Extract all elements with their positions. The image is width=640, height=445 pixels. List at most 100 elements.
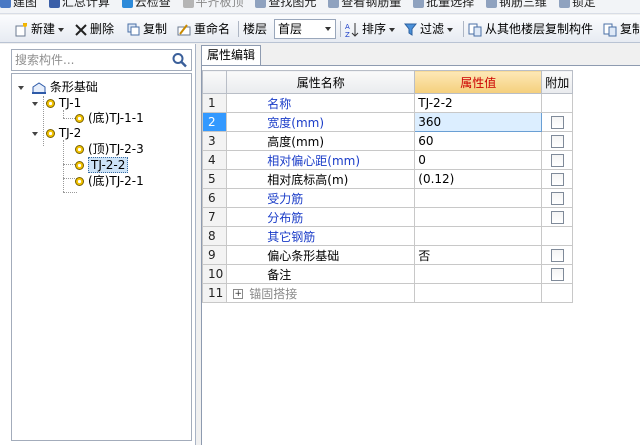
table-row[interactable]: 8 其它钢筋 bbox=[201, 226, 574, 246]
table-row[interactable]: 1 名称 TJ-2-2 bbox=[201, 93, 574, 113]
tree-root[interactable]: 条形基础 bbox=[18, 79, 98, 95]
extra-checkbox[interactable] bbox=[550, 210, 564, 224]
sort-button[interactable]: A Z 排序 bbox=[345, 20, 396, 38]
top-item-view-rebar[interactable]: 查看钢筋量 bbox=[328, 0, 401, 10]
expand-icon[interactable] bbox=[18, 85, 24, 90]
property-value[interactable] bbox=[414, 188, 543, 208]
gear-icon bbox=[45, 99, 55, 108]
row-index: 2 bbox=[201, 112, 228, 132]
extra-cell bbox=[541, 112, 574, 132]
copy-floor-icon bbox=[468, 23, 482, 36]
copy-button[interactable]: 复制 bbox=[127, 20, 167, 38]
property-value[interactable]: 360 bbox=[414, 112, 543, 132]
table-row[interactable]: 9 偏心条形基础 否 bbox=[201, 245, 574, 265]
property-value[interactable] bbox=[414, 283, 543, 303]
search-box bbox=[11, 49, 192, 71]
corner-cell bbox=[201, 70, 228, 94]
extra-checkbox[interactable] bbox=[550, 248, 564, 262]
gear-icon bbox=[75, 114, 84, 123]
table-row[interactable]: 11 + 锚固搭接 bbox=[201, 283, 574, 303]
tree-group-tj1[interactable]: TJ-1 bbox=[32, 95, 81, 111]
property-value[interactable] bbox=[414, 207, 543, 227]
row-index: 1 bbox=[201, 93, 228, 113]
copy-floor-icon bbox=[603, 23, 617, 36]
search-icon[interactable] bbox=[171, 52, 189, 68]
tree-item-tj-2-3[interactable]: (顶)TJ-2-3 bbox=[74, 141, 144, 157]
table-row[interactable]: 7 分布筋 bbox=[201, 207, 574, 227]
table-header-row: 属性名称 属性值 附加 bbox=[201, 70, 574, 94]
table-row[interactable]: 2 宽度(mm) 360 bbox=[201, 112, 574, 132]
expand-icon[interactable] bbox=[32, 131, 38, 136]
new-icon bbox=[15, 22, 27, 36]
rename-button[interactable]: 重命名 bbox=[177, 20, 230, 38]
extra-checkbox[interactable] bbox=[550, 172, 564, 186]
new-button[interactable]: 新建 bbox=[14, 20, 65, 38]
row-index: 10 bbox=[201, 264, 228, 284]
column-header-value[interactable]: 属性值 bbox=[414, 70, 543, 94]
expand-plus-icon[interactable]: + bbox=[233, 289, 244, 299]
extra-cell bbox=[541, 207, 574, 227]
extra-checkbox[interactable] bbox=[550, 267, 564, 281]
extra-checkbox[interactable] bbox=[550, 191, 564, 205]
filter-button[interactable]: 过滤 bbox=[404, 20, 454, 38]
toolbar-separator bbox=[340, 21, 341, 37]
extra-cell bbox=[541, 188, 574, 208]
column-header-extra[interactable]: 附加 bbox=[541, 70, 574, 94]
tree-item-tj-2-1[interactable]: (底)TJ-2-1 bbox=[74, 173, 144, 189]
tree-item-tj-1-1[interactable]: (底)TJ-1-1 bbox=[74, 110, 144, 126]
filter-icon bbox=[404, 23, 417, 36]
tab-property-edit[interactable]: 属性编辑 bbox=[201, 45, 262, 65]
row-index: 4 bbox=[201, 150, 228, 170]
property-value[interactable] bbox=[414, 264, 543, 284]
copy-to-floor-button[interactable]: 复制 bbox=[603, 20, 640, 38]
table-row[interactable]: 3 高度(mm) 60 bbox=[201, 131, 574, 151]
property-name: 分布筋 bbox=[226, 207, 416, 227]
extra-checkbox[interactable] bbox=[550, 153, 564, 167]
toolbar-separator bbox=[238, 21, 239, 37]
row-index: 11 bbox=[201, 283, 228, 303]
top-item-rebar-3d[interactable]: 钢筋三维 bbox=[485, 0, 547, 10]
property-name-group[interactable]: + 锚固搭接 bbox=[226, 283, 416, 303]
table-row[interactable]: 10 备注 bbox=[201, 264, 574, 284]
extra-checkbox[interactable] bbox=[550, 134, 564, 148]
property-value[interactable]: 否 bbox=[414, 245, 543, 265]
top-item-lock[interactable]: 锁定 bbox=[558, 0, 596, 10]
top-item-draw[interactable]: 建图 bbox=[0, 0, 37, 10]
property-value[interactable]: 60 bbox=[414, 131, 543, 151]
column-header-name[interactable]: 属性名称 bbox=[226, 70, 416, 94]
floor-select[interactable]: 首层 bbox=[274, 19, 336, 39]
tree-item-tj-2-2[interactable]: TJ-2-2 bbox=[74, 157, 129, 173]
property-name: 备注 bbox=[226, 264, 416, 284]
table-row[interactable]: 5 相对底标高(m) (0.12) bbox=[201, 169, 574, 189]
property-value[interactable]: (0.12) bbox=[414, 169, 543, 189]
table-row[interactable]: 4 相对偏心距(mm) 0 bbox=[201, 150, 574, 170]
component-tree: 条形基础 TJ-1 (底)TJ-1-1 TJ-2 (顶)TJ-2-3 TJ-2-… bbox=[11, 73, 192, 441]
top-toolbar-strip: 建图 汇总计算 云检查 平齐板顶 查找图元 查看钢筋量 批量选择 钢筋三维 锁定 bbox=[0, 0, 640, 14]
property-name: 其它钢筋 bbox=[226, 226, 416, 246]
tree-item-label: (底)TJ-1-1 bbox=[88, 111, 144, 125]
property-value[interactable] bbox=[414, 226, 543, 246]
floor-label: 楼层 bbox=[243, 22, 268, 36]
property-value[interactable]: TJ-2-2 bbox=[414, 93, 543, 113]
delete-button[interactable]: 删除 bbox=[75, 20, 114, 38]
property-name: 受力筋 bbox=[226, 188, 416, 208]
property-name: 名称 bbox=[226, 93, 416, 113]
table-row[interactable]: 6 受力筋 bbox=[201, 188, 574, 208]
expand-icon[interactable] bbox=[32, 101, 38, 106]
row-index: 6 bbox=[201, 188, 228, 208]
gear-icon bbox=[75, 177, 84, 186]
top-item-batch-select[interactable]: 批量选择 bbox=[413, 0, 474, 10]
component-list-panel: 条形基础 TJ-1 (底)TJ-1-1 TJ-2 (顶)TJ-2-3 TJ-2-… bbox=[0, 44, 196, 445]
sort-az-icon: AZ bbox=[345, 22, 359, 38]
extra-checkbox[interactable] bbox=[550, 115, 564, 129]
copy-from-floor-button[interactable]: 从其他楼层复制构件 bbox=[468, 20, 593, 38]
tree-group-tj2[interactable]: TJ-2 bbox=[32, 125, 81, 141]
search-input[interactable] bbox=[12, 50, 168, 70]
top-item-find[interactable]: 查找图元 bbox=[255, 0, 316, 10]
floor-select-value: 首层 bbox=[278, 22, 303, 36]
property-value[interactable]: 0 bbox=[414, 150, 543, 170]
top-item-align-top[interactable]: 平齐板顶 bbox=[182, 0, 244, 10]
top-item-cloud-check[interactable]: 云检查 bbox=[121, 0, 171, 10]
top-item-calc[interactable]: 汇总计算 bbox=[48, 0, 110, 10]
component-toolbar: 新建 删除 复制 重命名 楼层 首层 AZ排序 过滤 从其他楼层复制构件 复制 bbox=[0, 15, 640, 43]
